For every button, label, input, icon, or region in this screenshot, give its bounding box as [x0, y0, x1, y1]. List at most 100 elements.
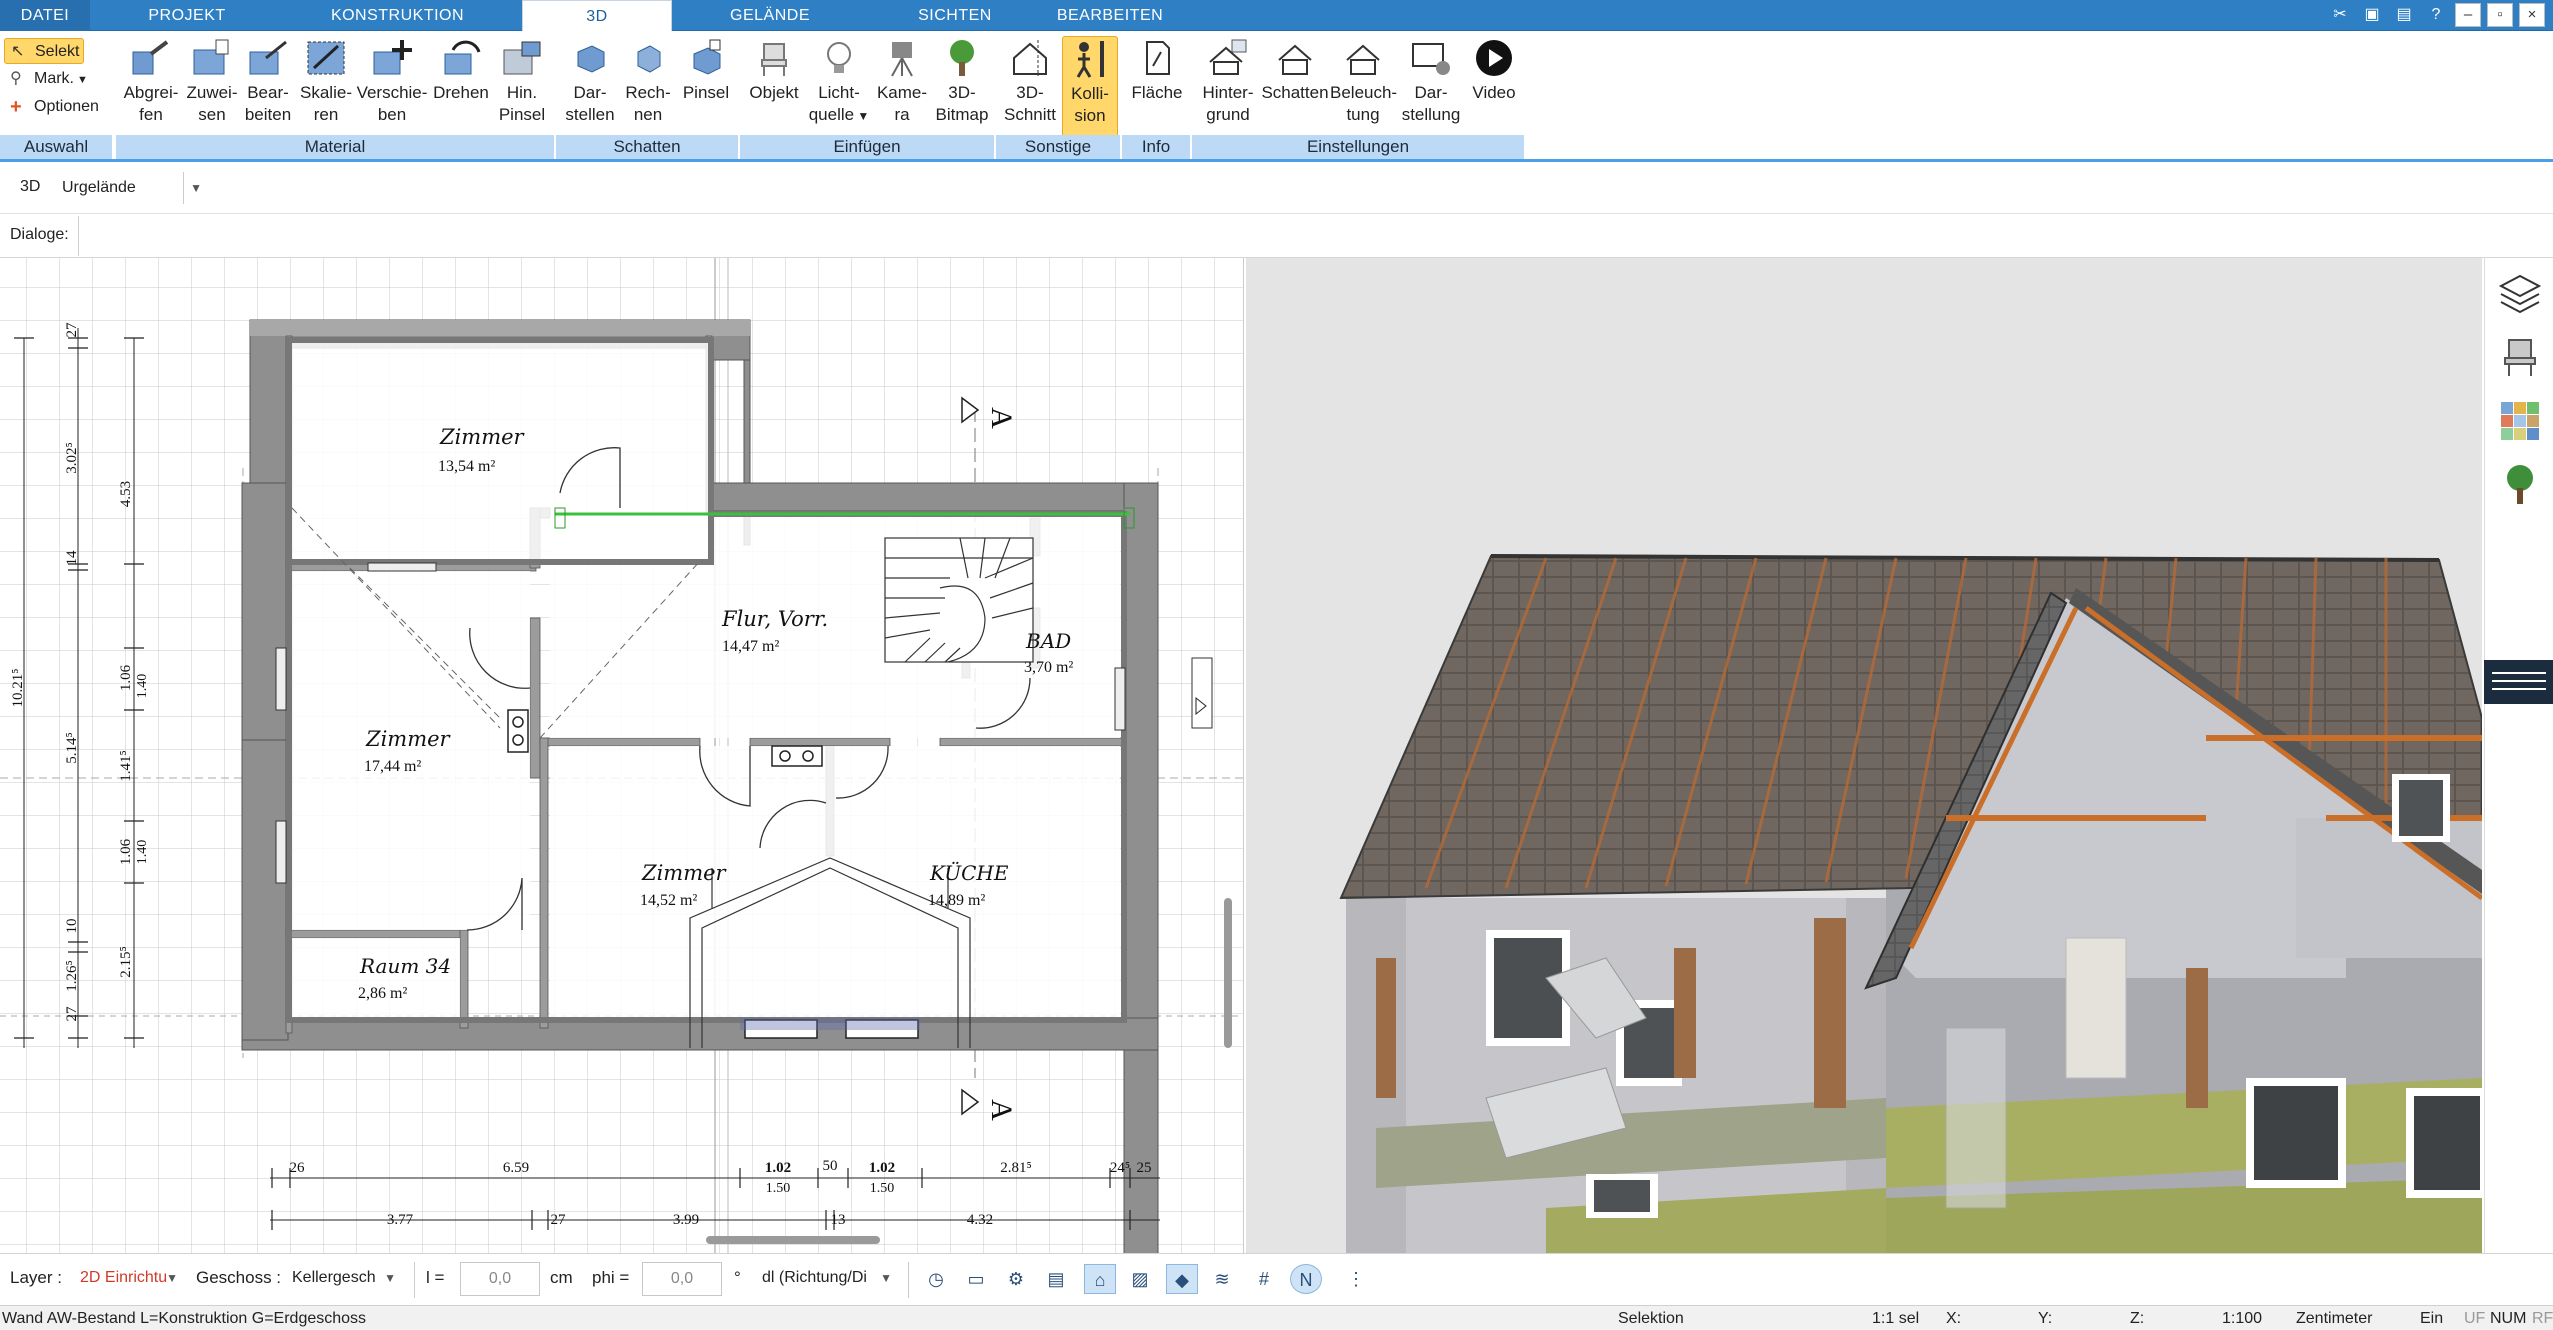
schatten-darstellen-button[interactable]: Dar- stellen: [560, 36, 620, 140]
tab-datei[interactable]: DATEI: [0, 0, 90, 31]
bearbeiten-material-button[interactable]: Bear- beiten: [240, 36, 296, 140]
status-rf: RF: [2532, 1310, 2553, 1327]
close-button[interactable]: ×: [2519, 3, 2545, 27]
skalieren-button[interactable]: Skalie- ren: [296, 36, 356, 140]
grid-icon[interactable]: #: [1248, 1264, 1280, 1294]
verschieben-button[interactable]: Verschie- ben: [356, 36, 428, 140]
optionen-button[interactable]: + Optionen: [4, 94, 99, 120]
layer-select[interactable]: 2D Einrichtu ▼: [70, 1262, 184, 1296]
status-uf: UF: [2464, 1310, 2486, 1327]
flaeche-button[interactable]: Fläche: [1124, 36, 1190, 140]
group-einfuegen: Einfügen: [740, 135, 996, 159]
mark-button[interactable]: ⚲ Mark. ▼: [4, 66, 88, 92]
drehen-button[interactable]: Drehen: [428, 36, 494, 140]
kamera-button[interactable]: Kame- ra: [872, 36, 932, 140]
panel-collapse-button[interactable]: [2484, 660, 2553, 704]
video-button[interactable]: Video: [1466, 36, 1522, 140]
l-input[interactable]: 0,0: [460, 1262, 540, 1296]
shadow-brush-icon: [693, 39, 721, 75]
status-mode: Selektion: [1618, 1310, 1684, 1327]
tab-projekt[interactable]: PROJEKT: [92, 0, 282, 31]
tab-bearbeiten[interactable]: BEARBEITEN: [1040, 0, 1180, 31]
direction-select[interactable]: dl (Richtung/Di ▼: [752, 1262, 898, 1296]
kollision-button[interactable]: Kolli- sion: [1062, 36, 1118, 140]
einstellungen-schatten-button[interactable]: Schatten: [1260, 36, 1330, 140]
drehen-label: Drehen: [433, 83, 489, 102]
beleuchtung-label2: tung: [1346, 105, 1380, 124]
tab-3d[interactable]: 3D: [522, 0, 672, 32]
group-einstellungen: Einstellungen: [1192, 135, 1526, 159]
right-side-panel: [2484, 258, 2553, 1253]
restore-layout-icon[interactable]: ▣: [2359, 3, 2385, 27]
3d-bitmap-button[interactable]: 3D- Bitmap: [932, 36, 992, 140]
svg-text:1.50: 1.50: [766, 1181, 791, 1196]
svg-text:26: 26: [290, 1160, 306, 1176]
tab-gelaende[interactable]: GELÄNDE: [675, 0, 865, 31]
north-icon[interactable]: N: [1290, 1264, 1322, 1294]
cm-label: cm: [550, 1268, 573, 1287]
svg-text:1.02: 1.02: [869, 1160, 895, 1176]
geschoss-select[interactable]: Kellergesch ▼: [282, 1262, 402, 1296]
waves-icon[interactable]: ≋: [1206, 1264, 1238, 1294]
layers-stack-icon[interactable]: ▤: [1040, 1264, 1072, 1294]
3d-view[interactable]: [1246, 258, 2482, 1253]
svg-text:3.02⁵: 3.02⁵: [64, 442, 80, 473]
plants-icon[interactable]: [2497, 462, 2543, 508]
degree-label: °: [734, 1268, 741, 1287]
svg-text:2.81⁵: 2.81⁵: [1000, 1160, 1031, 1176]
furniture-icon[interactable]: [2497, 334, 2543, 380]
snap-icon[interactable]: ⚙: [1000, 1264, 1032, 1294]
minimize-button[interactable]: –: [2455, 3, 2481, 27]
tab-sichten[interactable]: SICHTEN: [870, 0, 1040, 31]
chair-icon: [761, 43, 787, 76]
room-name-7: Raum 34: [359, 954, 451, 978]
schatten-pinsel-button[interactable]: Pinsel: [676, 36, 736, 140]
clock-icon[interactable]: ◷: [920, 1264, 952, 1294]
plan-scrollbar-horizontal[interactable]: [706, 1236, 880, 1244]
abgreifen-button[interactable]: Abgrei- fen: [118, 36, 184, 140]
terrain-select[interactable]: Urgelände ▼: [52, 172, 208, 206]
darstellung-button[interactable]: Dar- stellung: [1398, 36, 1464, 140]
lichtquelle-label2: quelle: [808, 105, 855, 124]
zuweisen-button[interactable]: Zuwei- sen: [184, 36, 240, 140]
shadow-house-icon: [1278, 44, 1312, 75]
more-options-icon[interactable]: ⋮: [1340, 1264, 1372, 1294]
plane-icon[interactable]: ◆: [1166, 1264, 1198, 1294]
camera-icon: [891, 42, 913, 77]
window-controls: ✂ ▣ ▤ ? – ▫ ×: [2327, 3, 2545, 27]
tools-icon[interactable]: ✂: [2327, 3, 2353, 27]
svg-text:1.26⁵: 1.26⁵: [64, 960, 80, 991]
floor-plan-drawing: A A Zimmer 13,54 m² Flur, Vorr. 14,47 m²…: [0, 258, 1243, 1253]
zuweisen-label2: sen: [198, 105, 226, 124]
maximize-button[interactable]: ▫: [2487, 3, 2513, 27]
lichtquelle-button[interactable]: Licht- quelle ▼: [806, 36, 872, 140]
svg-text:13: 13: [831, 1212, 846, 1228]
svg-text:1.40: 1.40: [135, 840, 150, 865]
angle-icon[interactable]: ⌂: [1084, 1264, 1116, 1294]
selekt-button[interactable]: ↖ Selekt: [4, 38, 84, 64]
plan-scrollbar-vertical[interactable]: [1224, 898, 1232, 1048]
phi-input[interactable]: 0,0: [642, 1262, 722, 1296]
tab-konstruktion[interactable]: KONSTRUKTION: [285, 0, 510, 31]
floor-plan-canvas[interactable]: A A Zimmer 13,54 m² Flur, Vorr. 14,47 m²…: [0, 258, 1244, 1253]
bearbeiten-label1: Bear-: [247, 83, 289, 102]
layers-icon[interactable]: [2497, 270, 2543, 316]
beleuchtung-button[interactable]: Beleuch- tung: [1330, 36, 1397, 140]
print-icon[interactable]: ▤: [2391, 3, 2417, 27]
schatten-darstellen-label1: Dar-: [573, 83, 607, 102]
mode-label: 3D: [20, 178, 41, 195]
collision-person-icon: [1076, 41, 1104, 78]
flaeche-label: Fläche: [1131, 83, 1183, 102]
help-icon[interactable]: ?: [2423, 3, 2449, 27]
hintergrund-button[interactable]: Hinter- grund: [1196, 36, 1260, 140]
schatten-rechnen-button[interactable]: Rech- nen: [620, 36, 676, 140]
room-name-6: KÜCHE: [929, 860, 1009, 885]
svg-text:4.32: 4.32: [967, 1212, 993, 1228]
status-scale: 1:100: [2222, 1310, 2263, 1327]
materials-icon[interactable]: [2497, 398, 2543, 444]
monitor-icon[interactable]: ▭: [960, 1264, 992, 1294]
hin-pinsel-button[interactable]: Hin. Pinsel: [494, 36, 550, 140]
objekt-button[interactable]: Objekt: [744, 36, 804, 140]
hatch-icon[interactable]: ▨: [1124, 1264, 1156, 1294]
3d-schnitt-button[interactable]: 3D- Schnitt: [1000, 36, 1060, 140]
